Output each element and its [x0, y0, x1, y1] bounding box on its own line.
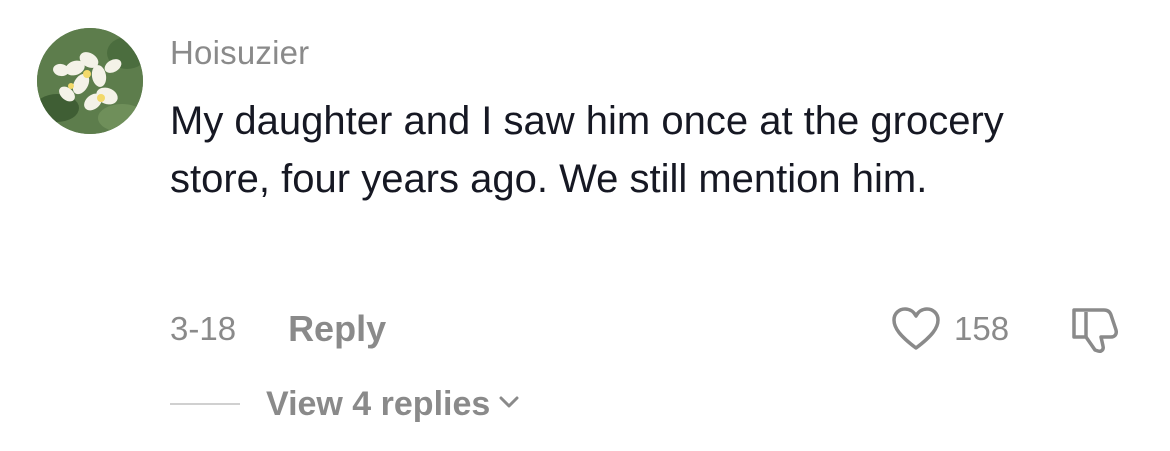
heart-outline-icon	[892, 307, 940, 350]
username[interactable]: Hoisuzier	[170, 33, 309, 73]
like-count: 158	[954, 310, 1010, 347]
comment-meta: 3-18 Reply	[170, 305, 386, 353]
view-replies-button[interactable]: View 4 replies	[266, 384, 520, 424]
comment-text: My daughter and I saw him once at the gr…	[170, 99, 1004, 201]
view-replies-label: View 4 replies	[266, 385, 491, 423]
comment-date: 3-18	[170, 310, 237, 347]
chevron-down-icon	[498, 395, 520, 414]
comment-item: Hoisuzier My daughter and I saw him once…	[0, 0, 1170, 451]
thumbs-down-icon	[1072, 308, 1118, 353]
like-button[interactable]: 158	[890, 304, 1009, 354]
flower-avatar-image	[37, 28, 143, 134]
view-replies-row: View 4 replies	[170, 382, 520, 426]
avatar[interactable]	[37, 28, 143, 134]
reply-button[interactable]: Reply	[288, 309, 386, 349]
dislike-button[interactable]	[1068, 304, 1124, 354]
replies-divider	[170, 403, 240, 405]
